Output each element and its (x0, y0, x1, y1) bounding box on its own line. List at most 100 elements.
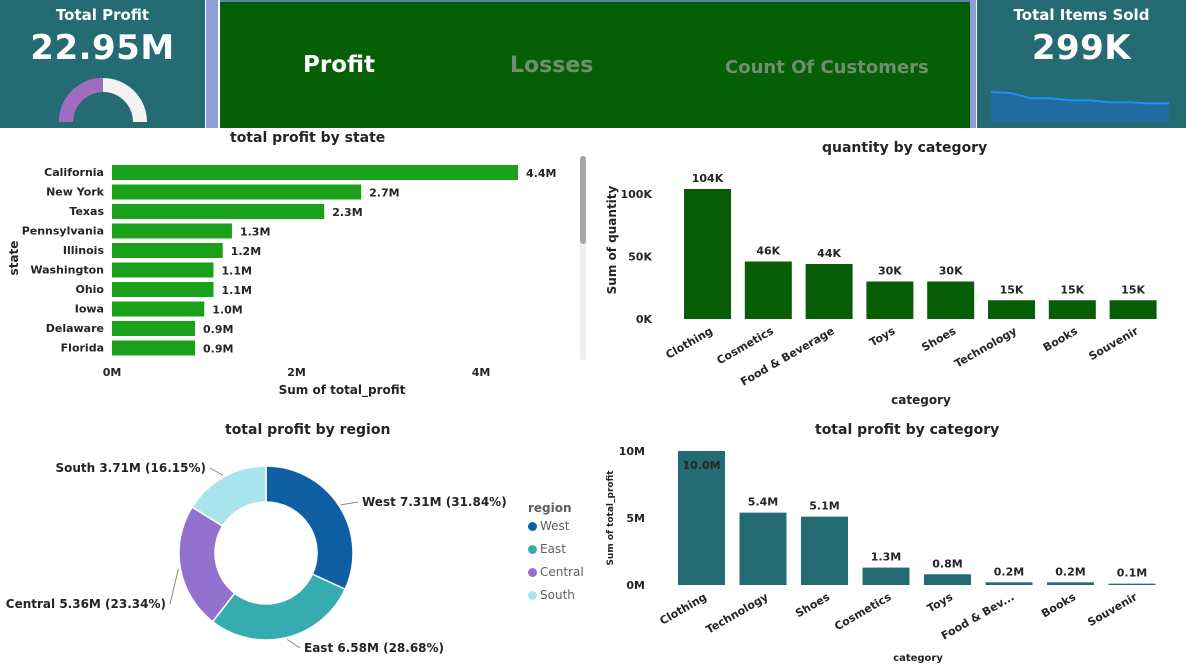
catp-bar (985, 582, 1033, 585)
state-data-label: 0.9M (203, 343, 233, 356)
state-bar (112, 165, 518, 180)
catp-x-tick: Technology (704, 590, 771, 636)
state-data-label: 1.2M (231, 245, 261, 258)
legend-item-south[interactable]: South (528, 588, 575, 602)
region-data-label: South 3.71M (16.15%) (55, 461, 206, 475)
tab-count-of-customers[interactable]: Count Of Customers (725, 57, 929, 78)
state-bar (112, 282, 214, 297)
catp-bar (1047, 582, 1094, 585)
qty-data-label: 15K (1000, 283, 1024, 296)
state-profit-chart: California 4.4M New York 2.7M Texas 2.3M Penns… (7, 165, 556, 398)
qty-x-tick: Technology (952, 324, 1019, 370)
catp-data-label: 1.3M (871, 551, 901, 564)
state-data-label: 0.9M (203, 323, 233, 336)
qty-data-label: 15K (1121, 283, 1145, 296)
region-slice (265, 465, 354, 591)
state-data-label: 1.1M (222, 265, 252, 278)
region-slice (211, 573, 347, 641)
region-leader-line (340, 501, 359, 506)
legend-swatch (528, 522, 537, 531)
catp-data-label: 10.0M (682, 459, 720, 472)
total-items-title: Total Items Sold (1013, 6, 1150, 24)
qty-y-tick: 50K (628, 251, 652, 264)
state-data-label: 4.4M (526, 167, 556, 180)
region-leader-line (286, 638, 301, 649)
legend-label: West (540, 519, 570, 533)
region-slice (178, 506, 236, 623)
profit-gauge (59, 78, 147, 123)
gauge-fill (59, 78, 104, 123)
catp-x-tick: Toys (925, 590, 956, 615)
sparkline-area (991, 92, 1169, 122)
state-tick-label: New York (46, 186, 105, 199)
qty-x-axis-label: category (891, 393, 951, 407)
qty-bar (988, 300, 1035, 319)
legend-item-central[interactable]: Central (528, 565, 584, 579)
quantity-by-category-chart: 104KClothing46KCosmetics44KFood & Bevera… (605, 172, 1157, 407)
total-profit-value: 22.95M (30, 28, 175, 68)
state-tick-label: Ohio (75, 283, 104, 296)
region-data-label: East 6.58M (28.68%) (304, 641, 444, 655)
region-legend-title: region (528, 501, 572, 515)
region-data-label: Central 5.36M (23.34%) (6, 597, 166, 611)
tab-losses[interactable]: Losses (510, 53, 593, 78)
catp-x-tick: Clothing (657, 590, 709, 627)
state-chart-scrollbar[interactable] (580, 156, 586, 360)
qty-data-label: 104K (692, 172, 724, 185)
catp-data-label: 5.4M (748, 496, 778, 509)
state-bar (112, 204, 325, 219)
qty-data-label: 46K (756, 245, 780, 258)
catp-y-tick: 0M (626, 579, 645, 592)
state-data-label: 1.1M (222, 284, 252, 297)
qty-data-label: 15K (1060, 283, 1084, 296)
state-tick-label: Illinois (63, 244, 105, 257)
tab-profit[interactable]: Profit (303, 52, 375, 78)
catp-y-tick: 10M (619, 445, 645, 458)
total-profit-card: Total Profit 22.95M (0, 0, 205, 128)
state-bar (112, 184, 362, 200)
legend-item-east[interactable]: East (528, 542, 566, 556)
legend-item-west[interactable]: West (528, 519, 570, 533)
qty-bar (805, 264, 853, 319)
state-tick-label: Washington (30, 264, 104, 277)
state-x-axis-label: Sum of total_profit (279, 383, 406, 398)
state-tick-label: Florida (61, 342, 104, 355)
state-data-label: 1.0M (212, 304, 242, 317)
qty-bar (684, 189, 731, 319)
catp-data-label: 0.2M (1055, 565, 1085, 578)
qty-x-tick: Souvenir (1086, 324, 1141, 363)
items-sparkline (990, 91, 1169, 122)
state-bar (112, 223, 232, 239)
legend-swatch (528, 591, 537, 600)
state-bar (112, 301, 205, 317)
state-tick-label: Delaware (46, 322, 104, 335)
region-leader-line (209, 467, 224, 476)
page-tabs: Profit Losses Count Of Customers (220, 0, 970, 128)
catp-bar (739, 512, 787, 585)
state-tick-label: Texas (69, 205, 104, 218)
catp-x-tick: Cosmetics (832, 590, 894, 633)
qty-y-axis-label: Sum of quantity (605, 185, 619, 294)
qty-data-label: 30K (939, 265, 963, 278)
state-x-tick: 0M (103, 366, 122, 379)
catp-x-axis-label: category (893, 653, 943, 664)
qty-bar (927, 281, 975, 319)
catp-bar (801, 516, 848, 585)
qty-y-tick: 100K (621, 188, 653, 201)
state-tick-label: Iowa (75, 303, 104, 316)
state-bar (112, 340, 196, 356)
state-bar (112, 243, 223, 258)
legend-swatch (528, 545, 537, 554)
catp-data-label: 0.1M (1117, 567, 1147, 580)
state-y-axis-label: state (7, 241, 21, 276)
qty-bar (866, 281, 914, 319)
state-bar (112, 321, 196, 336)
scrollbar-thumb[interactable] (580, 156, 586, 244)
qty-x-tick: Clothing (663, 324, 715, 361)
state-data-label: 2.7M (369, 187, 399, 200)
catp-bar (924, 574, 971, 585)
state-x-tick: 4M (472, 366, 491, 379)
catp-bar (862, 567, 910, 585)
state-data-label: 1.3M (240, 226, 270, 239)
legend-label: Central (540, 565, 584, 579)
